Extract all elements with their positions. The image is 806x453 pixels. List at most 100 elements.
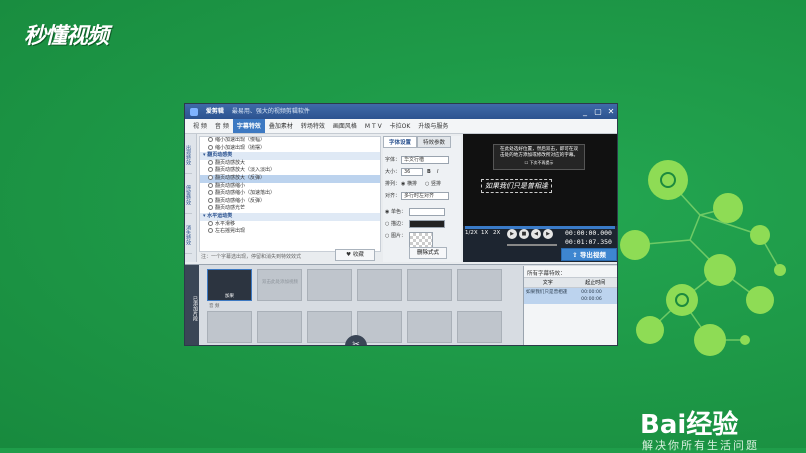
effect-label: 翻页动感缩小（加速落出）: [215, 190, 276, 197]
export-video-button[interactable]: ⇪ 导出视频: [561, 248, 617, 261]
italic-button[interactable]: I: [437, 166, 438, 178]
layout-vertical-radio[interactable]: ○ 竖排: [425, 178, 441, 190]
color-swatch[interactable]: [409, 208, 445, 216]
bold-button[interactable]: B: [427, 166, 431, 178]
app-name: 爱剪辑: [205, 108, 224, 115]
play-icon[interactable]: ▶: [507, 229, 517, 239]
tab-font-settings[interactable]: 字体设置: [383, 136, 418, 148]
effect-item[interactable]: 左右摇晃出现: [200, 228, 380, 236]
tab-video[interactable]: 视 频: [189, 119, 211, 133]
tab-subtitle-effects[interactable]: 字幕特效: [232, 119, 265, 133]
empty-slot[interactable]: [457, 269, 502, 301]
radio-icon: [208, 197, 213, 203]
properties-panel: 字体设置 特效参数 字体： 华文行楷 大小： 36 B I 排列： ◉ 横排 ○…: [383, 136, 461, 262]
radio-icon: [208, 205, 213, 211]
effect-label: 缩小加速出现（慢幅）: [215, 137, 266, 143]
tab-mtv[interactable]: M T V: [361, 119, 386, 133]
col-time-header: 起止时间: [585, 280, 606, 286]
next-icon[interactable]: ▶: [543, 229, 553, 239]
effect-category-sidebar: 出现特效 停留特效 消失特效: [185, 134, 197, 262]
effect-item[interactable]: 翻页动感放大（反弹）: [200, 174, 380, 183]
tab-effect-params[interactable]: 特效参数: [417, 136, 452, 148]
baidu-slogan: 解决你所有生活问题: [642, 439, 759, 452]
side-tab-disappear[interactable]: 消失特效: [185, 214, 192, 254]
effect-item[interactable]: 翻页动感光芒: [200, 205, 380, 213]
empty-slot[interactable]: [407, 269, 452, 301]
timeline-side-label: 已添加片段: [185, 265, 199, 345]
baidu-jingyan-logo: Bai经验: [640, 410, 739, 440]
minimize-button[interactable]: _: [579, 104, 591, 119]
size-label: 大小：: [385, 169, 401, 175]
stroke-radio[interactable]: ○ 描边：: [385, 221, 406, 227]
radio-icon: [208, 190, 213, 196]
effect-label: 翻页动感缩小: [215, 182, 246, 189]
empty-slot[interactable]: [457, 311, 502, 343]
tab-transitions[interactable]: 转场特效: [297, 119, 329, 133]
heart-icon: ♥: [346, 252, 353, 258]
empty-slot[interactable]: [257, 311, 302, 343]
app-tagline: 最易用、强大的视频剪辑软件: [231, 108, 310, 115]
tab-styles[interactable]: 画面风格: [329, 119, 361, 133]
stroke-swatch[interactable]: [409, 220, 445, 228]
effect-label: 翻页动感光芒: [215, 205, 246, 212]
tab-karaoke[interactable]: 卡拉OK: [386, 119, 415, 133]
empty-slot[interactable]: [307, 269, 352, 301]
col-text-header: 文字: [542, 280, 553, 286]
empty-slot[interactable]: [357, 269, 402, 301]
radio-icon: [208, 228, 213, 234]
image-radio[interactable]: ○ 图片：: [385, 233, 406, 239]
close-button[interactable]: ✕: [605, 104, 617, 119]
volume-slider[interactable]: [507, 244, 557, 246]
subtitle-panel-title: 所有字幕特效：: [527, 271, 566, 277]
align-label: 对齐：: [385, 193, 401, 199]
effect-item[interactable]: 翻页动感缩小（加速落出）: [200, 190, 380, 198]
main-tabs: 视 频 音 频 字幕特效 叠加素材 转场特效 画面风格 M T V 卡拉OK 升…: [185, 119, 617, 134]
current-time: 00:00:00.000: [565, 229, 612, 237]
tab-upgrade[interactable]: 升级与服务: [414, 119, 452, 133]
subtitle-overlay[interactable]: 如果我们只是曾相逢: [481, 179, 552, 193]
size-input[interactable]: 36: [401, 168, 423, 176]
effect-label: 水平滑移: [215, 220, 236, 227]
clip-thumbnail[interactable]: 加果: [207, 269, 252, 301]
speed-half[interactable]: 1/2X: [465, 230, 478, 236]
empty-slot[interactable]: [307, 311, 352, 343]
color-radio[interactable]: ◉ 单色：: [385, 209, 406, 215]
align-select[interactable]: 多行时左对齐: [401, 192, 449, 200]
apply-style-button[interactable]: 删除式式: [409, 247, 447, 259]
empty-slot[interactable]: [207, 311, 252, 343]
hint-text: 注：一个字幕选出现，停留和消失到特效效式: [201, 254, 302, 260]
font-select[interactable]: 华文行楷: [401, 156, 449, 164]
layout-horizontal-radio[interactable]: ◉ 横排: [401, 178, 417, 190]
empty-slot[interactable]: 双击此处添加视频: [257, 269, 302, 301]
layout-label: 排列：: [385, 181, 401, 187]
favorite-button[interactable]: ♥ 收藏: [335, 249, 375, 261]
effect-label: 左右摇晃出现: [215, 228, 246, 235]
effect-group[interactable]: ▾ 水平运动类: [200, 212, 380, 221]
radio-icon: [208, 167, 213, 173]
subtitle-row[interactable]: 如果我们只是曾相逢 00:00:00 00:00:06: [524, 288, 617, 304]
speed-2x[interactable]: 2X: [493, 230, 500, 236]
empty-slot[interactable]: [407, 311, 452, 343]
subtitle-list-panel: 所有字幕特效： 文字 起止时间 如果我们只是曾相逢 00:00:00 00:00…: [523, 266, 617, 345]
prev-icon[interactable]: ◀: [531, 229, 541, 239]
side-tab-stay[interactable]: 停留特效: [185, 174, 192, 214]
tip-text: 在此处选好位置，然后双击，即可在双击处的地方添加或修改所对应的字幕。: [499, 147, 579, 158]
effects-list: 缩小加速出现（慢幅） 缩小加速出现（抛摆） ▾ 翻页动感类 翻页动感放大 翻页动感放大（…: [199, 136, 381, 252]
title-bar: 爱剪辑 最易用、强大的视频剪辑软件: [185, 104, 617, 119]
export-icon: ⇪: [572, 251, 580, 259]
side-tab-appear[interactable]: 出现特效: [185, 134, 192, 174]
dont-show-checkbox[interactable]: ☐ 下次不再提示: [498, 160, 580, 166]
maximize-button[interactable]: ▢: [592, 104, 604, 119]
stop-icon[interactable]: ■: [519, 229, 529, 239]
effect-item[interactable]: 水平滑移: [200, 220, 380, 229]
effect-label: 缩小加速出现（抛摆）: [215, 144, 266, 151]
effect-item[interactable]: 翻页动感放大（淡入淡出）: [200, 167, 380, 175]
video-preview[interactable]: 在此处选好位置，然后双击，即可在双击处的地方添加或修改所对应的字幕。 ☐ 下次不…: [463, 134, 617, 226]
tab-overlay[interactable]: 叠加素材: [265, 119, 297, 133]
font-label: 字体：: [385, 157, 401, 163]
tab-audio[interactable]: 音 频: [211, 119, 233, 133]
effect-group[interactable]: ▾ 翻页动感类: [200, 152, 380, 160]
speed-1x[interactable]: 1X: [481, 230, 488, 236]
radio-icon: [208, 220, 213, 226]
effect-item[interactable]: 缩小加速出现（慢幅）: [200, 137, 380, 145]
